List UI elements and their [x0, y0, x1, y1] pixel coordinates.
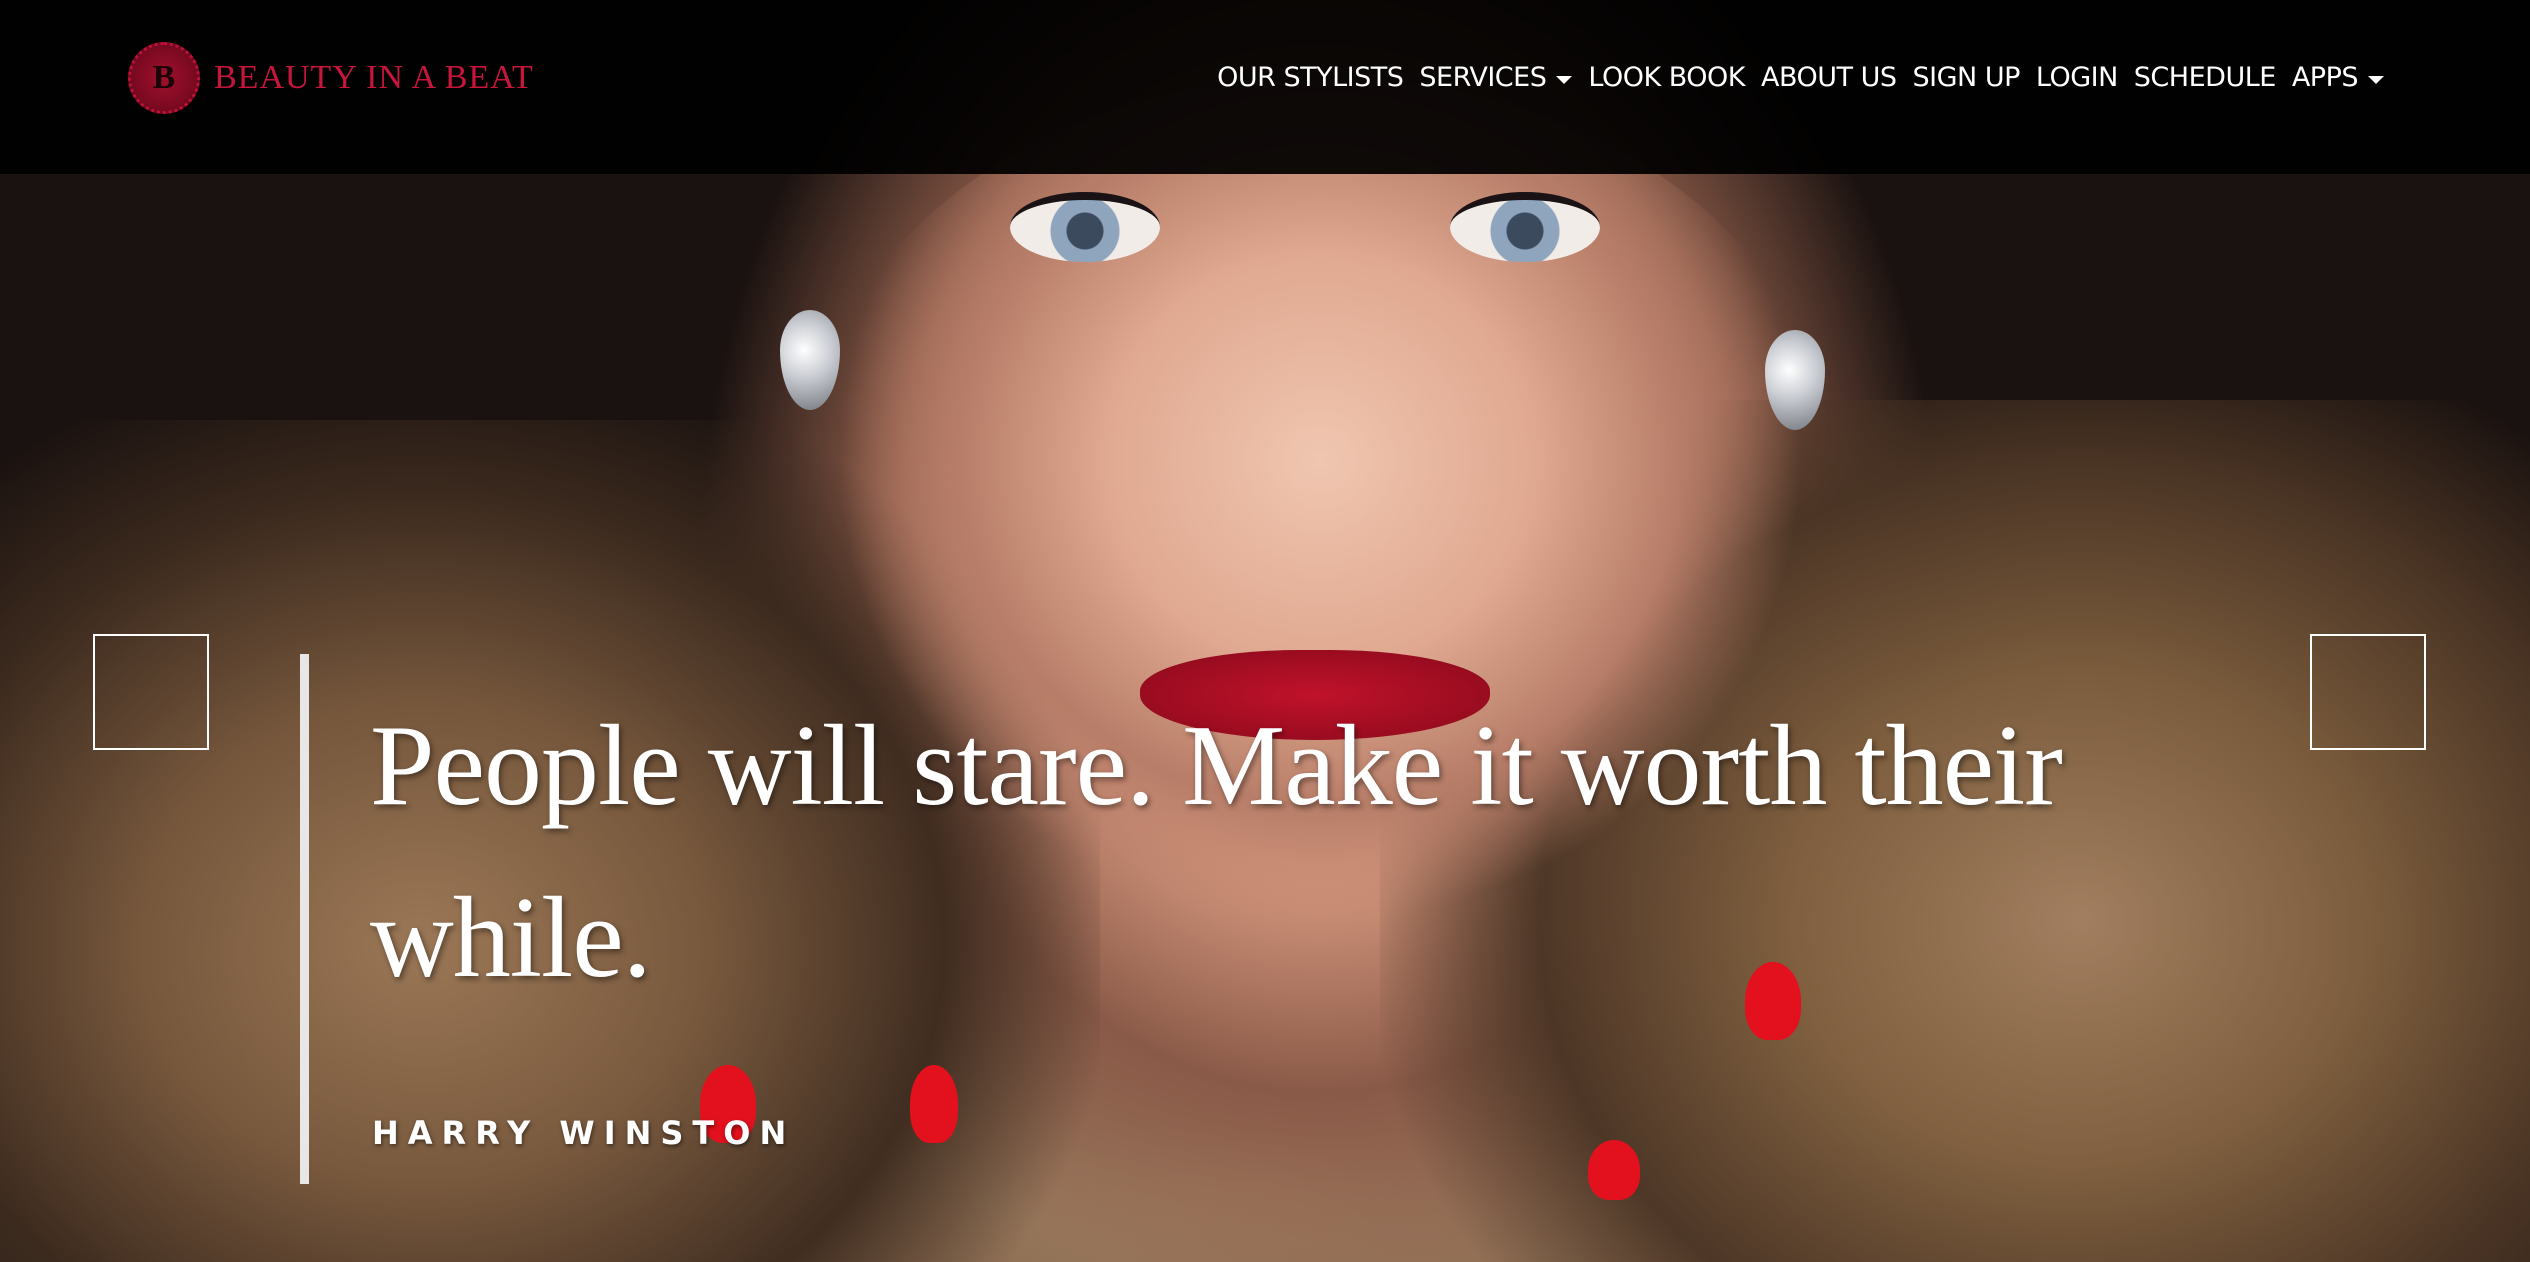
quote-accent-bar: [300, 654, 309, 1184]
main-nav: OUR STYLISTS SERVICES LOOK BOOK ABOUT US…: [1209, 62, 2392, 93]
nav-item-apps[interactable]: APPS: [2284, 62, 2392, 93]
nav-item-schedule[interactable]: SCHEDULE: [2126, 62, 2284, 93]
nav-item-about-us[interactable]: ABOUT US: [1753, 62, 1905, 93]
nav-item-label: SERVICES: [1419, 62, 1547, 93]
nav-item-label: SCHEDULE: [2133, 62, 2277, 93]
nav-item-label: LOOK BOOK: [1588, 62, 1745, 93]
hero-banner: B BEAUTY IN A BEAT OUR STYLISTS SERVICES…: [0, 0, 2530, 1262]
quote-author: HARRY WINSTON: [372, 1114, 796, 1152]
hero-background-nail: [910, 1065, 958, 1143]
caret-down-icon: [2368, 75, 2384, 84]
nav-item-our-stylists[interactable]: OUR STYLISTS: [1209, 62, 1411, 93]
hero-quote: People will stare. Make it worth their w…: [370, 702, 2063, 1002]
hero-background-nail: [1588, 1140, 1640, 1200]
slider-prev-icon[interactable]: [93, 634, 209, 750]
top-navbar: B BEAUTY IN A BEAT OUR STYLISTS SERVICES…: [0, 0, 2530, 174]
nav-item-look-book[interactable]: LOOK BOOK: [1580, 62, 1753, 93]
nav-item-label: LOGIN: [2035, 62, 2118, 93]
caret-down-icon: [1556, 75, 1573, 84]
slider-next-icon[interactable]: [2310, 634, 2426, 750]
nav-item-services[interactable]: SERVICES: [1411, 62, 1580, 93]
nav-item-sign-up[interactable]: SIGN UP: [1905, 62, 2028, 93]
brand-name: BEAUTY IN A BEAT: [214, 59, 534, 96]
nav-item-label: APPS: [2291, 62, 2359, 93]
brand-logo: B: [128, 42, 200, 114]
hero-background-eye-right: [1450, 192, 1600, 262]
nav-item-label: SIGN UP: [1912, 62, 2021, 93]
nav-item-label: OUR STYLISTS: [1217, 62, 1404, 93]
brand-link[interactable]: B BEAUTY IN A BEAT: [128, 40, 534, 116]
nav-item-label: ABOUT US: [1761, 62, 1897, 93]
hero-background-eye-left: [1010, 192, 1160, 262]
nav-item-login[interactable]: LOGIN: [2028, 62, 2126, 93]
